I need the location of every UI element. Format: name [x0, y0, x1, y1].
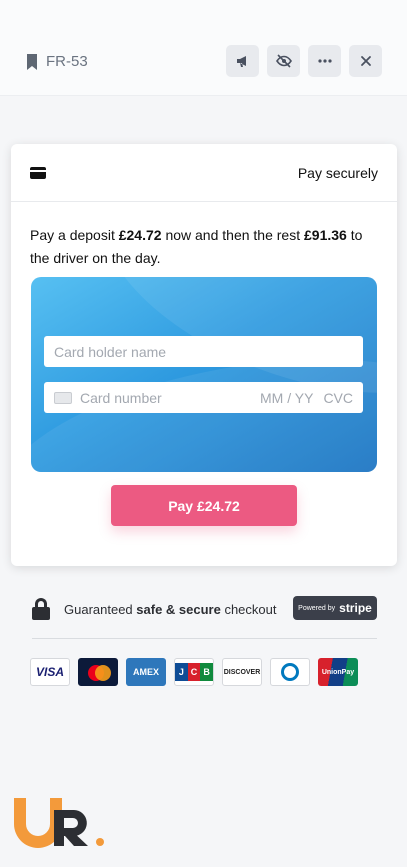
powered-by-stripe-badge[interactable]: Powered by stripe: [293, 596, 377, 620]
credit-card-icon: [30, 166, 46, 179]
deposit-description: Pay a deposit £24.72 now and then the re…: [30, 224, 380, 270]
announce-button[interactable]: [226, 45, 259, 77]
more-icon: [317, 59, 332, 63]
card-number-placeholder: Card number: [80, 389, 162, 406]
trust-suffix: checkout: [220, 601, 277, 617]
hide-button[interactable]: [267, 45, 300, 77]
card-brand-logos: VISA AMEX J C B DISCOVER UnionPay: [30, 658, 358, 686]
cvc-placeholder[interactable]: CVC: [323, 390, 353, 406]
close-icon: [360, 56, 371, 66]
divider: [32, 638, 377, 639]
mastercard-logo: [78, 658, 118, 686]
badge-small-text: Powered by: [298, 604, 336, 612]
pay-button[interactable]: Pay £24.72: [111, 485, 297, 526]
close-button[interactable]: [349, 45, 382, 77]
secure-checkout-row: Guaranteed safe & secure checkout Powere…: [32, 596, 377, 622]
deposit-prefix: Pay a deposit: [30, 227, 119, 243]
deposit-middle: now and then the rest: [161, 227, 304, 243]
jcb-c: C: [187, 663, 201, 681]
pay-securely-label: Pay securely: [297, 164, 378, 181]
hide-icon: [275, 54, 292, 68]
lock-icon: [32, 598, 50, 620]
reference-text: FR-53: [46, 53, 88, 70]
amex-logo: AMEX: [126, 658, 166, 686]
spacer-band: [0, 96, 407, 140]
badge-brand-text: stripe: [339, 601, 372, 615]
ur-brand-logo: [14, 798, 104, 848]
payment-header: Pay securely: [11, 144, 397, 202]
card-entry-panel: Card holder name Card number MM / YY CVC: [31, 277, 377, 472]
megaphone-icon: [236, 56, 246, 67]
discover-logo: DISCOVER: [222, 658, 262, 686]
more-button[interactable]: [308, 45, 341, 77]
jcb-j: J: [175, 663, 188, 681]
payment-card: Pay securely Pay a deposit £24.72 now an…: [11, 144, 397, 566]
visa-logo: VISA: [30, 658, 70, 686]
card-chip-icon: [54, 391, 72, 404]
deposit-amount: £24.72: [118, 227, 162, 243]
card-number-input[interactable]: Card number MM / YY CVC: [44, 382, 363, 413]
reference-label: FR-53: [26, 53, 88, 70]
diners-club-logo: [270, 658, 310, 686]
bookmark-icon: [27, 53, 37, 70]
unionpay-logo: UnionPay: [318, 658, 358, 686]
header-actions: [226, 45, 382, 77]
expiry-placeholder[interactable]: MM / YY: [260, 390, 313, 406]
secure-checkout-text: Guaranteed safe & secure checkout: [64, 602, 277, 617]
rest-amount: £91.36: [304, 227, 347, 243]
trust-bold: safe & secure: [136, 601, 221, 617]
jcb-logo: J C B: [174, 658, 214, 686]
jcb-b: B: [200, 663, 213, 681]
card-holder-placeholder: Card holder name: [54, 343, 167, 360]
trust-prefix: Guaranteed: [64, 601, 137, 617]
top-bar: FR-53: [0, 0, 407, 96]
card-holder-input[interactable]: Card holder name: [44, 336, 363, 367]
